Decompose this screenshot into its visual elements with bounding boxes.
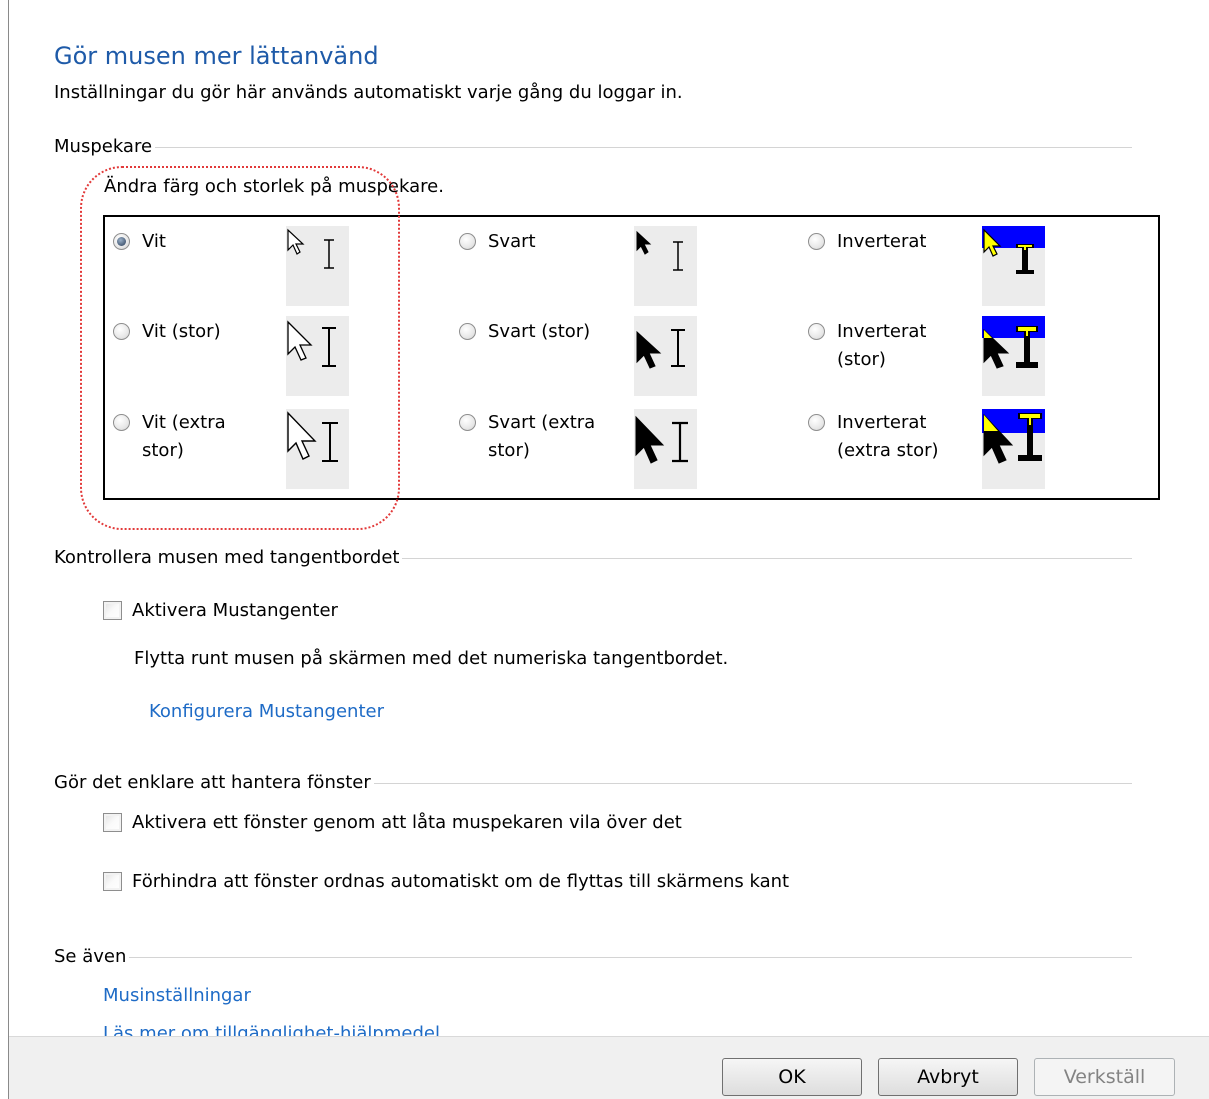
black-pointer-icon: [636, 230, 683, 271]
mousekeys-checkbox[interactable]: [103, 601, 122, 620]
radio-label: Svart (stor): [488, 321, 591, 342]
black-pointer-preview: [634, 226, 697, 306]
black-large-pointer-preview: [634, 316, 697, 396]
radio-button[interactable]: [459, 414, 476, 431]
white-pointer-preview: [286, 226, 349, 306]
checkbox-label: Aktivera Mustangenter: [132, 600, 338, 621]
inverted-xlarge-pointer-icon: [983, 413, 1042, 464]
radio-button[interactable]: [808, 414, 825, 431]
ok-button[interactable]: OK: [722, 1058, 862, 1096]
section-label: Muspekare: [54, 135, 153, 157]
section-window-management: Gör det enklare att hantera fönster: [54, 770, 1132, 794]
radio-label: Svart (extra stor): [488, 412, 596, 461]
hover-activate-checkbox-row[interactable]: Aktivera ett fönster genom att låta musp…: [103, 812, 682, 833]
radio-label: Inverterat: [837, 231, 927, 252]
section-see-also: Se även: [54, 944, 1132, 968]
white-pointer-icon: [287, 228, 334, 269]
white-xlarge-pointer-preview: [286, 409, 349, 489]
black-large-pointer-icon: [636, 329, 685, 369]
page-title: Gör musen mer lättanvänd: [54, 42, 379, 70]
radio-button[interactable]: [459, 323, 476, 340]
prevent-arrange-checkbox[interactable]: [103, 872, 122, 891]
white-large-pointer-icon: [287, 320, 336, 367]
radio-option-inverted-large[interactable]: Inverterat (stor): [808, 318, 926, 374]
configure-mousekeys-link[interactable]: Konfigurera Mustangenter: [149, 701, 384, 722]
radio-option-inverted-xlarge[interactable]: Inverterat (extra stor): [808, 409, 939, 465]
radio-label: Svart: [488, 231, 536, 252]
mouse-settings-link[interactable]: Musinställningar: [103, 985, 251, 1006]
radio-label: Inverterat (extra stor): [837, 412, 939, 461]
section-divider: [373, 782, 1132, 784]
radio-button[interactable]: [808, 323, 825, 340]
checkbox-label: Aktivera ett fönster genom att låta musp…: [132, 812, 682, 833]
section-label: Gör det enklare att hantera fönster: [54, 771, 371, 793]
mousekeys-hint: Flytta runt musen på skärmen med det num…: [134, 648, 729, 669]
inverted-large-pointer-preview: [982, 316, 1045, 396]
inverted-pointer-preview: [982, 226, 1045, 306]
radio-option-black[interactable]: Svart: [459, 228, 536, 256]
white-xlarge-pointer-icon: [287, 411, 338, 462]
prevent-arrange-checkbox-row[interactable]: Förhindra att fönster ordnas automatiskt…: [103, 871, 789, 892]
section-divider: [402, 557, 1132, 559]
radio-option-white-large[interactable]: Vit (stor): [113, 318, 221, 346]
inverted-xlarge-pointer-preview: [982, 409, 1045, 489]
radio-option-white[interactable]: Vit: [113, 228, 166, 256]
radio-button[interactable]: [459, 233, 476, 250]
section-keyboard-control: Kontrollera musen med tangentbordet: [54, 545, 1132, 569]
section-label: Se även: [54, 945, 127, 967]
radio-button[interactable]: [113, 323, 130, 340]
radio-label: Vit (stor): [142, 321, 221, 342]
inverted-pointer-icon: [983, 228, 1034, 274]
checkbox-label: Förhindra att fönster ordnas automatiskt…: [132, 871, 790, 892]
apply-button[interactable]: Verkställ: [1034, 1058, 1175, 1096]
cancel-button[interactable]: Avbryt: [878, 1058, 1018, 1096]
radio-button[interactable]: [113, 233, 130, 250]
radio-button[interactable]: [113, 414, 130, 431]
radio-option-inverted[interactable]: Inverterat: [808, 228, 926, 256]
section-divider: [129, 956, 1132, 958]
section-label: Kontrollera musen med tangentbordet: [54, 546, 400, 568]
radio-label: Inverterat (stor): [837, 321, 927, 370]
radio-label: Vit: [142, 231, 166, 252]
radio-option-black-large[interactable]: Svart (stor): [459, 318, 590, 346]
dialog-footer: OK Avbryt Verkställ: [9, 1036, 1209, 1099]
section-divider: [155, 146, 1132, 148]
radio-label: Vit (extra stor): [142, 412, 226, 461]
section-mouse-pointers: Muspekare: [54, 134, 1132, 158]
black-xlarge-pointer-preview: [634, 409, 697, 489]
black-xlarge-pointer-icon: [635, 415, 688, 464]
page-subtitle: Inställningar du gör här används automat…: [54, 82, 683, 103]
white-large-pointer-preview: [286, 316, 349, 396]
radio-button[interactable]: [808, 233, 825, 250]
radio-option-white-xlarge[interactable]: Vit (extra stor): [113, 409, 226, 465]
mousekeys-checkbox-row[interactable]: Aktivera Mustangenter: [103, 600, 338, 621]
pointer-description: Ändra färg och storlek på muspekare.: [104, 176, 444, 197]
radio-option-black-xlarge[interactable]: Svart (extra stor): [459, 409, 595, 465]
inverted-large-pointer-icon: [983, 326, 1038, 369]
accessibility-link-clipped[interactable]: Läs mer om tillgänglighet-hjälpmedel: [103, 1022, 463, 1036]
hover-activate-checkbox[interactable]: [103, 813, 122, 832]
